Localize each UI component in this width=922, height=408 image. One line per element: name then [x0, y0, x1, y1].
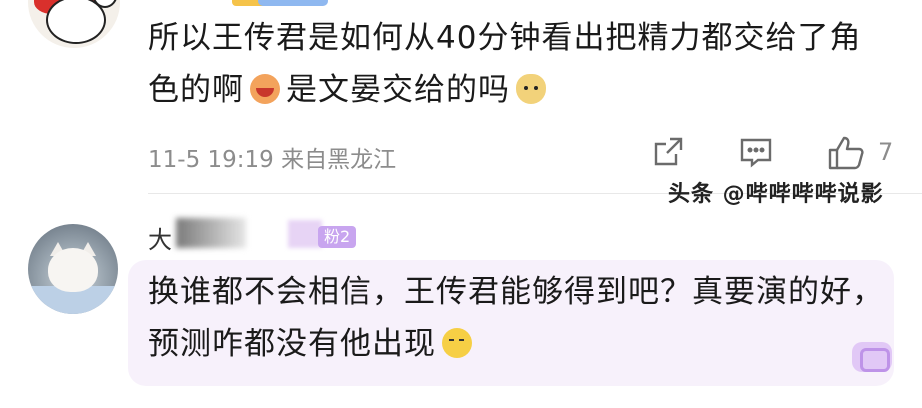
doge-icon	[516, 74, 546, 104]
like-count: 7	[878, 138, 894, 166]
share-button[interactable]	[650, 134, 686, 170]
avatar[interactable]	[28, 224, 118, 314]
laughing-face-icon	[250, 74, 280, 104]
comment-text: 所以王传君是如何从40分钟看出把精力都交给了角色的啊 是文晏交给的吗	[148, 20, 862, 108]
username[interactable]: 大	[148, 220, 172, 255]
bubble-decoration-icon	[852, 342, 892, 372]
comment-2: 大 粉2 换谁都不会相信，王传君能够得到吧？真要演的好，预测咋都没有他出现	[0, 196, 922, 408]
watermark: 头条 @哔哔哔哔说影	[668, 182, 884, 207]
like-button[interactable]	[826, 134, 866, 172]
comment-icon	[740, 138, 772, 168]
comment-text: 换谁都不会相信，王传君能够得到吧？真要演的好，预测咋都没有他出现	[148, 274, 884, 362]
fan-badge: 粉2	[318, 226, 357, 248]
thinking-face-icon	[442, 328, 472, 358]
comment-time: 11-5 19:19	[148, 147, 274, 173]
username-blurred-2	[288, 220, 322, 248]
thumbs-up-icon	[828, 136, 864, 170]
comment-meta: 11-5 19:19 来自黑龙江	[148, 140, 396, 174]
avatar[interactable]	[28, 0, 120, 48]
username-blurred	[176, 218, 246, 248]
comment-1: 所以王传君是如何从40分钟看出把精力都交给了角色的啊 是文晏交给的吗 11-5 1…	[0, 0, 922, 196]
comment-location: 来自黑龙江	[281, 147, 397, 173]
user-badge-2	[258, 0, 328, 6]
share-icon	[654, 137, 683, 166]
reply-button[interactable]	[738, 134, 774, 170]
